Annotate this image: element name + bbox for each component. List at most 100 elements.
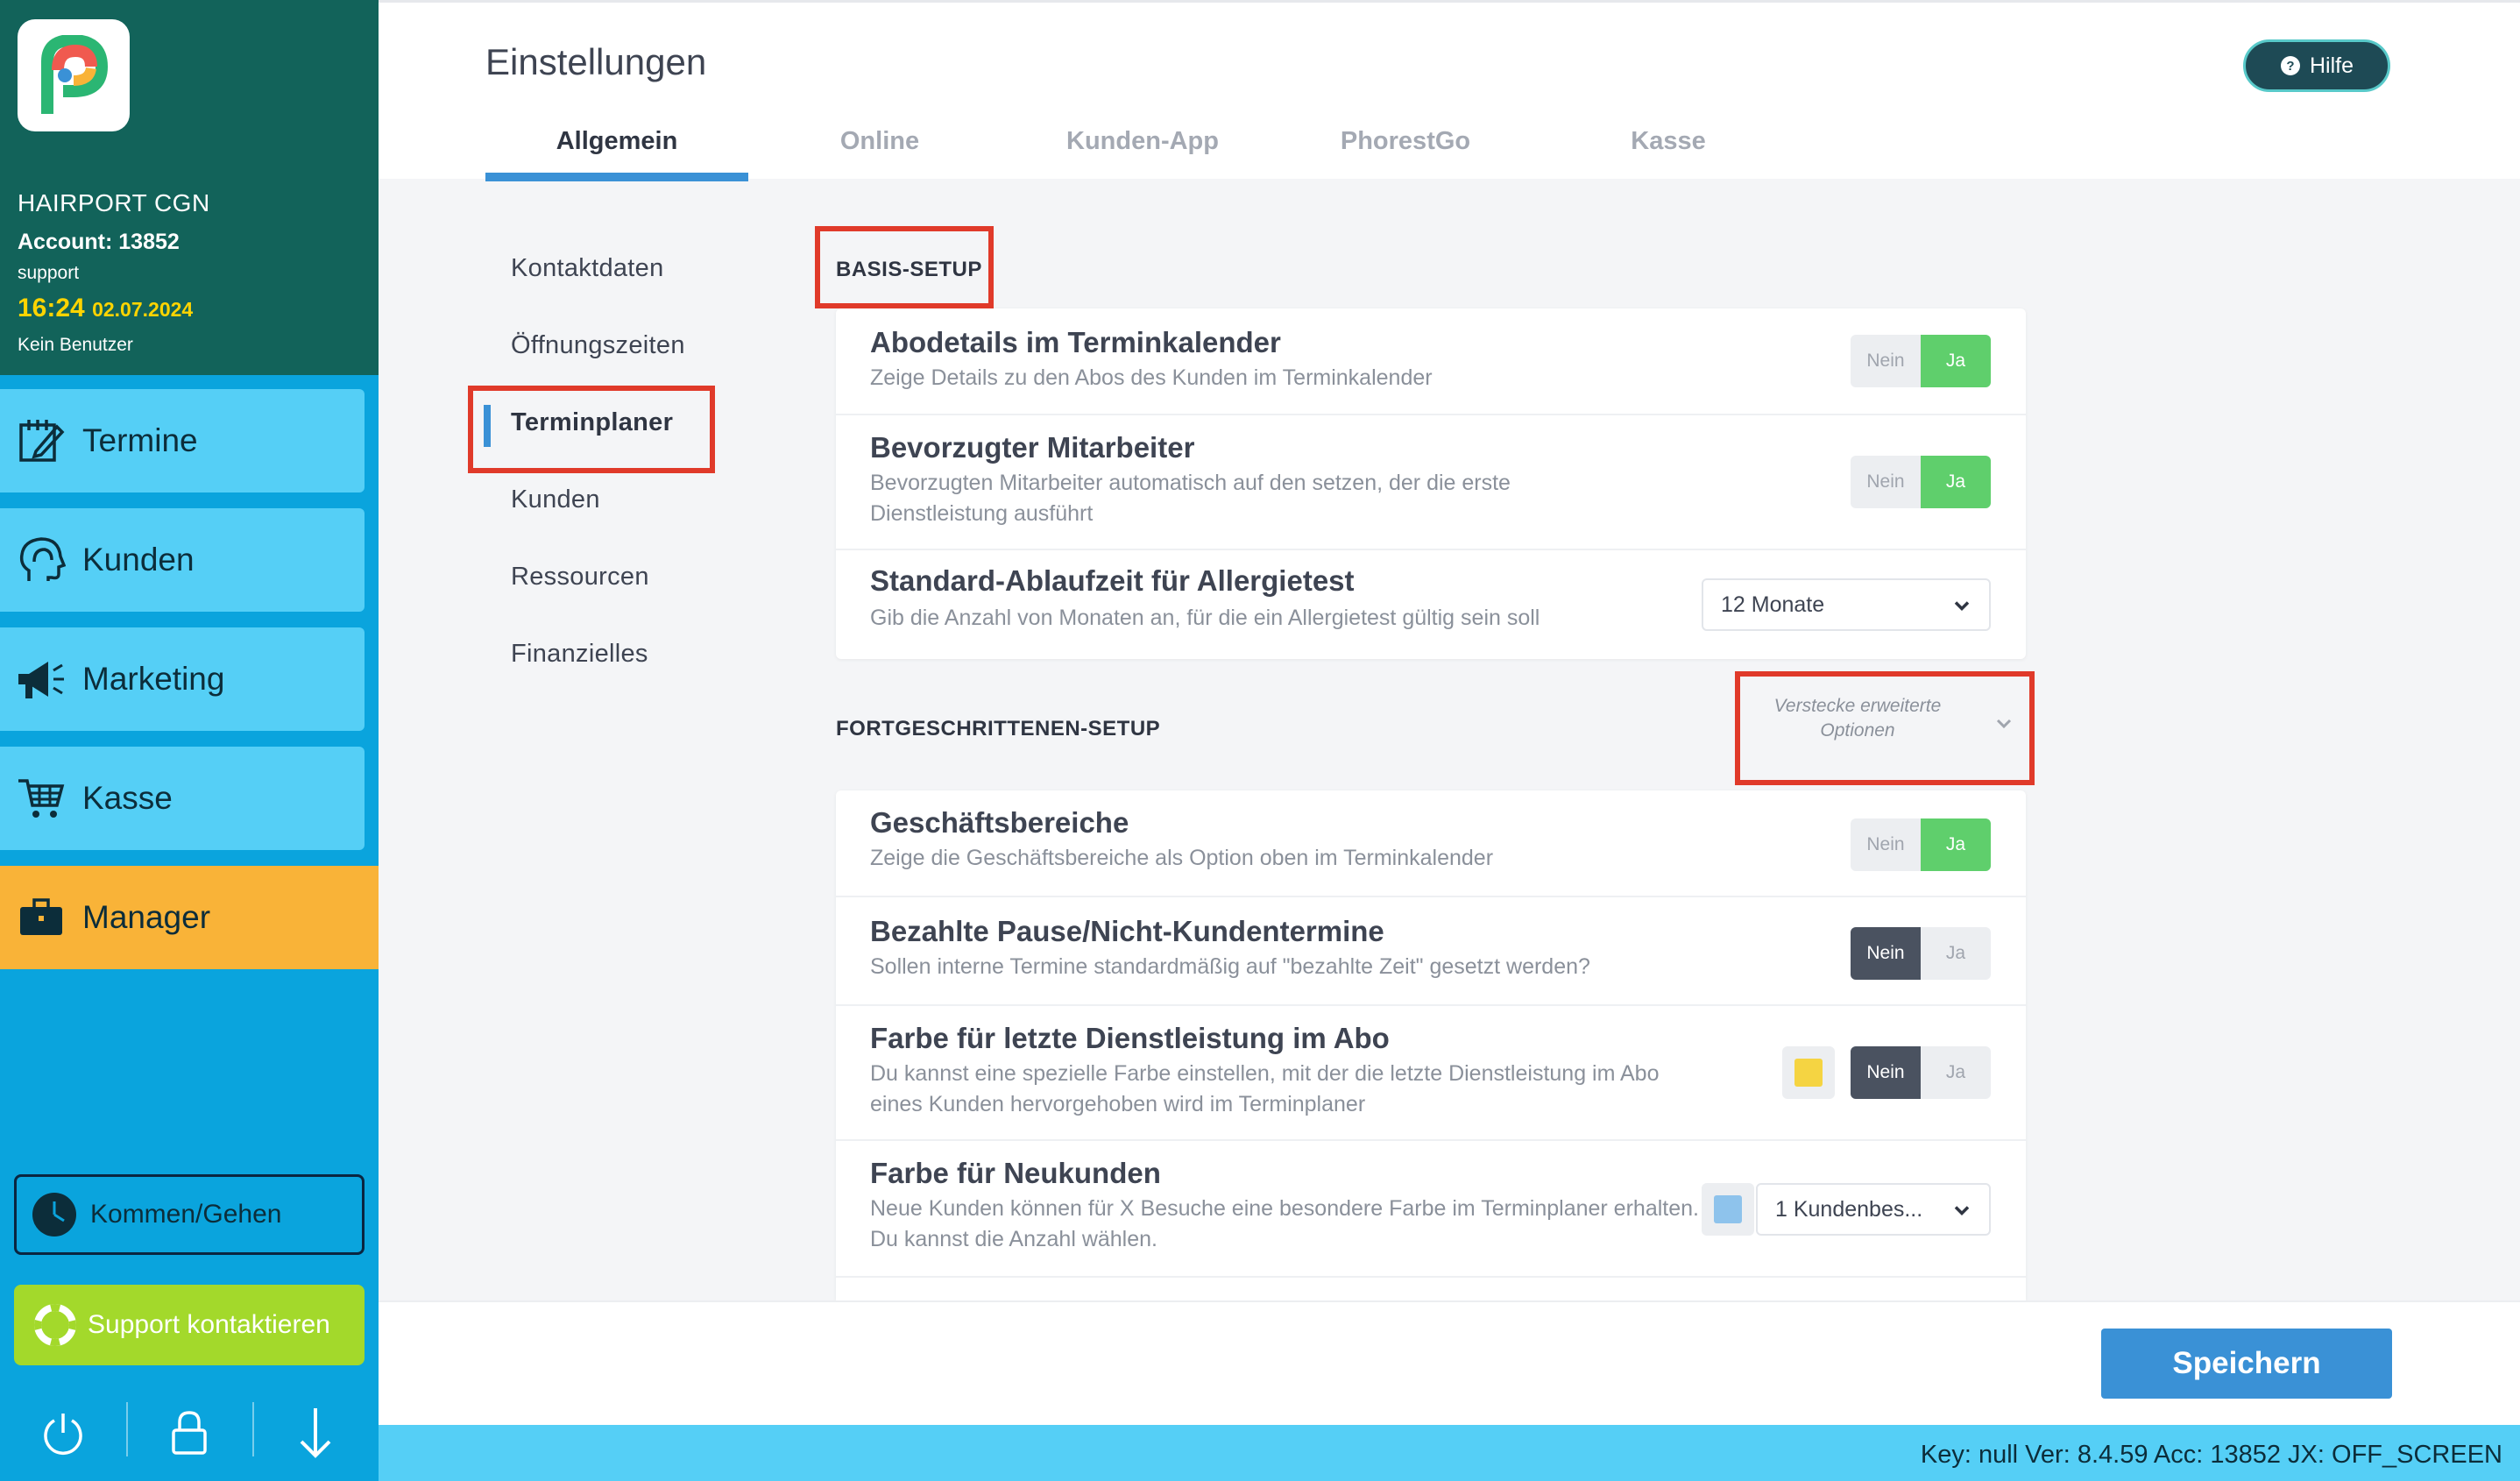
hide-advanced-options-toggle[interactable]: Verstecke erweiterte Optionen [1744, 694, 2015, 757]
nav-label: Manager [82, 899, 211, 935]
setting-description: Bevorzugten Mitarbeiter automatisch auf … [870, 471, 1511, 526]
geschaeftsbereiche-toggle[interactable]: Nein Ja [1851, 818, 1991, 871]
current-user-status: Kein Benutzer [18, 335, 133, 355]
setting-row: Standard-Ablaufzeit für Allergietest Gib… [836, 550, 2026, 659]
arrow-down-icon[interactable] [252, 1393, 379, 1472]
tab-phorestgo[interactable]: PhorestGo [1274, 127, 1537, 156]
setting-title: Farbe für Neukunden [870, 1157, 1161, 1189]
toggle-ja[interactable]: Ja [1921, 927, 1991, 980]
abodetails-toggle[interactable]: Nein Ja [1851, 335, 1991, 387]
kommen-gehen-label: Kommen/Gehen [90, 1200, 282, 1229]
toggle-nein[interactable]: Nein [1851, 927, 1921, 980]
chevron-down-icon [1954, 1197, 1970, 1222]
basis-setup-card: Abodetails im Terminkalender Zeige Detai… [836, 308, 2026, 659]
lock-icon[interactable] [126, 1393, 252, 1472]
basis-setup-heading: BASIS-SETUP [836, 258, 982, 281]
account-number: Account: 13852 [18, 230, 180, 254]
bezahlte-pause-toggle[interactable]: Nein Ja [1851, 927, 1991, 980]
sidebar-header: HAIRPORT CGN Account: 13852 support 16:2… [0, 0, 379, 375]
tab-allgemein[interactable]: Allgemein [485, 127, 748, 156]
nav-termine[interactable]: Termine [0, 389, 365, 492]
setting-description: Gib die Anzahl von Monaten an, für die e… [870, 606, 1540, 630]
color-picker-letzte-dienstleistung[interactable] [1782, 1046, 1835, 1099]
submenu-kunden[interactable]: Kunden [511, 485, 600, 514]
select-value: 1 Kundenbes... [1775, 1196, 1923, 1222]
select-value: 12 Monate [1721, 592, 1825, 617]
color-swatch [1714, 1195, 1742, 1223]
setting-description: Sollen interne Termine standardmäßig auf… [870, 954, 1590, 979]
phorest-logo[interactable] [18, 19, 130, 131]
allergietest-select[interactable]: 12 Monate [1702, 578, 1991, 631]
setting-title: Abodetails im Terminkalender [870, 326, 1281, 358]
setting-title: Bevorzugter Mitarbeiter [870, 431, 1195, 464]
setting-row: Bezahlte Pause/Nicht-Kundentermine Solle… [836, 897, 2026, 1006]
help-label: Hilfe [2309, 53, 2354, 78]
toggle-ja[interactable]: Ja [1921, 335, 1991, 387]
active-tab-indicator [485, 173, 748, 181]
setting-row: Farbe für Neukunden Neue Kunden können f… [836, 1141, 2026, 1278]
chevron-down-icon [1996, 712, 2012, 736]
help-button[interactable]: ? Hilfe [2243, 39, 2390, 92]
settings-header: Einstellungen ? Hilfe Allgemein Online K… [379, 0, 2520, 181]
toggle-ja[interactable]: Ja [1921, 818, 1991, 871]
nav-label: Marketing [82, 661, 225, 697]
chevron-down-icon [1954, 592, 1970, 618]
user-name: support [18, 263, 80, 283]
tab-kunden-app[interactable]: Kunden-App [1011, 127, 1274, 156]
setting-row: Geschäftsbereiche Zeige die Geschäftsber… [836, 790, 2026, 897]
lifebuoy-icon [33, 1303, 77, 1347]
nav-kunden[interactable]: Kunden [0, 508, 365, 612]
sidebar-bottom-bar [0, 1393, 379, 1472]
setting-description: Zeige Details zu den Abos des Kunden im … [870, 365, 1433, 390]
toggle-ja[interactable]: Ja [1921, 1046, 1991, 1099]
setting-title: Geschäftsbereiche [870, 806, 1129, 839]
sidebar-divider [252, 1402, 254, 1456]
setting-title: Farbe für letzte Dienstleistung im Abo [870, 1022, 1390, 1054]
nav-kasse[interactable]: Kasse [0, 747, 365, 850]
nav-manager[interactable]: Manager [0, 866, 379, 969]
tab-online[interactable]: Online [748, 127, 1011, 156]
toggle-ja[interactable]: Ja [1921, 456, 1991, 508]
footer-bar: Speichern [379, 1300, 2520, 1425]
sidebar: HAIRPORT CGN Account: 13852 support 16:2… [0, 0, 379, 1481]
setting-title: Standard-Ablaufzeit für Allergietest [870, 564, 1355, 597]
toggle-nein[interactable]: Nein [1851, 1046, 1921, 1099]
setting-description: Zeige die Geschäftsbereiche als Option o… [870, 846, 1494, 870]
neukunden-besuche-select[interactable]: 1 Kundenbes... [1756, 1183, 1991, 1236]
clock-date: 02.07.2024 [92, 298, 194, 321]
toggle-nein[interactable]: Nein [1851, 335, 1921, 387]
nav-label: Termine [82, 422, 198, 458]
toggle-nein[interactable]: Nein [1851, 456, 1921, 508]
submenu-ressourcen[interactable]: Ressourcen [511, 563, 649, 592]
support-label: Support kontaktieren [88, 1310, 330, 1339]
briefcase-icon [0, 866, 82, 969]
setting-title: Bezahlte Pause/Nicht-Kundentermine [870, 915, 1384, 947]
status-text: Key: null Ver: 8.4.59 Acc: 13852 JX: OFF… [1920, 1441, 2502, 1469]
setting-row: Farbe für letzte Dienstleistung im Abo D… [836, 1006, 2026, 1141]
submenu-oeffnungszeiten[interactable]: Öffnungszeiten [511, 331, 685, 360]
question-circle-icon: ? [2280, 55, 2301, 76]
clock-time: 16:24 [18, 294, 85, 322]
tab-kasse[interactable]: Kasse [1537, 127, 1800, 156]
active-submenu-indicator [484, 405, 491, 447]
farbe-letzte-dienstleistung-toggle[interactable]: Nein Ja [1851, 1046, 1991, 1099]
toggle-nein[interactable]: Nein [1851, 818, 1921, 871]
power-icon[interactable] [0, 1393, 126, 1472]
nav-marketing[interactable]: Marketing [0, 627, 365, 731]
nav-label: Kasse [82, 780, 173, 816]
submenu-terminplaner[interactable]: Terminplaner [511, 408, 673, 437]
advanced-setup-card: Geschäftsbereiche Zeige die Geschäftsber… [836, 790, 2026, 1300]
bevorzugter-mitarbeiter-toggle[interactable]: Nein Ja [1851, 456, 1991, 508]
submenu-finanzielles[interactable]: Finanzielles [511, 640, 648, 669]
color-picker-neukunden[interactable] [1702, 1183, 1754, 1236]
setting-description: Neue Kunden können für X Besuche eine be… [870, 1196, 1699, 1251]
support-button[interactable]: Support kontaktieren [14, 1285, 365, 1365]
nav-label: Kunden [82, 542, 195, 578]
kommen-gehen-button[interactable]: Kommen/Gehen [14, 1174, 365, 1255]
setting-row: Abodetails im Terminkalender Zeige Detai… [836, 308, 2026, 415]
clock-icon [31, 1191, 78, 1238]
page-title: Einstellungen [485, 41, 707, 82]
submenu-kontaktdaten[interactable]: Kontaktdaten [511, 254, 664, 283]
save-button[interactable]: Speichern [2101, 1329, 2392, 1399]
cart-icon [0, 747, 82, 850]
